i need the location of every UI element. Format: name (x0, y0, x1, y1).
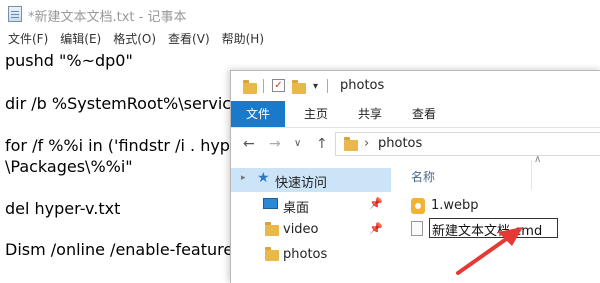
red-arrow-annotation (456, 227, 523, 275)
